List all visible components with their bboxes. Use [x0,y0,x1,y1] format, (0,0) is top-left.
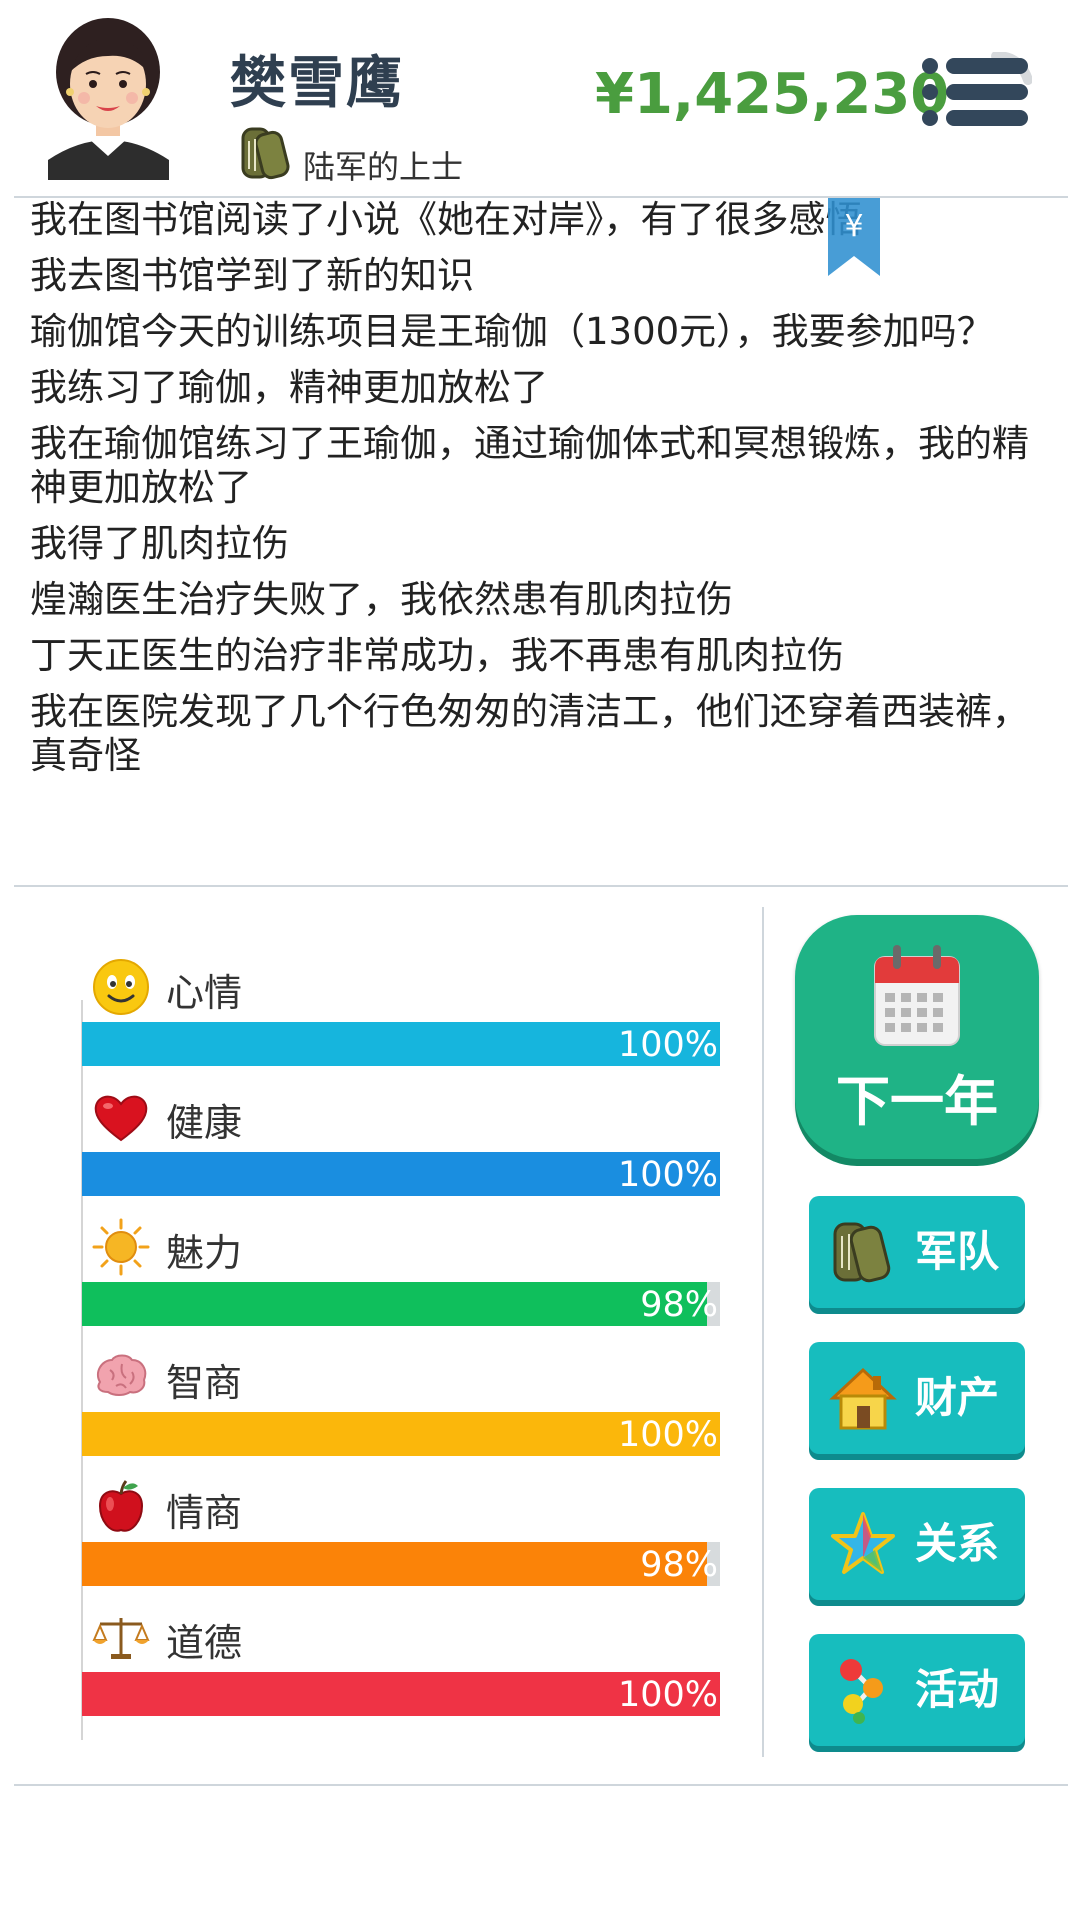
stat-bar: 100% [82,1672,720,1716]
stat-label: 智商 [166,1361,243,1405]
apple-icon [98,1480,144,1532]
stat-bar: 98% [82,1282,720,1326]
smiley-icon [93,959,149,1015]
stat-bar-fill [82,1282,708,1326]
army-button[interactable]: 军队 [809,1196,1025,1308]
relationship-button-label: 关系 [915,1519,1000,1568]
activity-button[interactable]: 活动 [809,1634,1025,1746]
stat-morality: 道德 100% [82,1608,722,1718]
heart-icon [94,1095,148,1142]
log-entry: 我在医院发现了几个行色匆匆的清洁工，他们还穿着西装裤，真奇怪 [30,690,1029,777]
stat-iq: 智商 100% [82,1348,722,1458]
stat-label: 魅力 [166,1231,243,1275]
stat-charm: 魅力 98% [82,1218,722,1328]
stat-bar-fill [82,1542,708,1586]
log-entry: 我练习了瑜伽，精神更加放松了 [30,366,548,409]
log-entry: 我在瑜伽馆练习了王瑜伽，通过瑜伽体式和冥想锻炼，我的精神更加放松了 [30,422,1029,509]
log-entry: 煌瀚医生治疗失败了，我依然患有肌肉拉伤 [30,578,733,621]
rank-label: 陆军的上士 [303,148,464,186]
scales-icon [92,1618,150,1659]
log-entry: 我在图书馆阅读了小说《她在对岸》，有了很多感悟 [30,198,863,241]
log-entry: 我得了肌肉拉伤 [30,522,289,565]
military-dog-tags-icon [241,127,290,180]
player-name: 樊雪鹰 [230,51,404,116]
stat-label: 健康 [166,1101,243,1145]
stat-label: 道德 [166,1621,243,1665]
stat-percent: 98% [640,1545,718,1585]
bottom-divider [14,1784,1068,1786]
stat-label: 心情 [166,971,243,1015]
log-entry: 我去图书馆学到了新的知识 [30,254,474,297]
stat-percent: 100% [617,1155,718,1195]
stat-health: 健康 100% [82,1088,722,1198]
stat-eq: 情商 98% [82,1478,722,1588]
property-button[interactable]: 财产 [809,1342,1025,1454]
activity-button-label: 活动 [915,1665,1000,1714]
next-year-label: 下一年 [836,1070,998,1133]
star-icon [831,1512,895,1574]
panel-separator [762,907,764,1757]
menu-button[interactable] [920,52,1032,142]
military-dog-tags-icon [833,1222,891,1283]
stat-bar: 98% [82,1542,720,1586]
avatar [48,18,169,180]
brain-icon [96,1354,147,1396]
money-balance: ¥1,425,230 [595,62,950,127]
stat-bar: 100% [82,1022,720,1066]
stat-label: 情商 [166,1491,243,1535]
army-button-label: 军队 [915,1227,1000,1276]
log-entry: 瑜伽馆今天的训练项目是王瑜伽（1300元），我要参加吗？ [30,310,994,353]
next-year-button[interactable]: 下一年 [795,915,1039,1159]
sun-icon [92,1218,150,1276]
property-button-label: 财产 [915,1373,1000,1422]
house-icon [829,1367,897,1430]
stat-percent: 100% [617,1415,718,1455]
event-log: 我在图书馆阅读了小说《她在对岸》，有了很多感悟 我去图书馆学到了新的知识 瑜伽馆… [30,198,1060,790]
stat-bar: 100% [82,1412,720,1456]
stat-percent: 100% [617,1025,718,1065]
activity-dots-icon [840,1659,883,1724]
stat-mood: 心情 100% [82,958,722,1068]
calendar-icon [874,945,960,1046]
log-entry: 丁天正医生的治疗非常成功，我不再患有肌肉拉伤 [30,634,844,677]
bookmark-symbol: ¥ [844,209,863,244]
relationship-button[interactable]: 关系 [809,1488,1025,1600]
stat-percent: 98% [640,1285,718,1325]
log-divider [14,885,1068,887]
stat-bar: 100% [82,1152,720,1196]
yuan-bookmark-icon[interactable]: ¥ [826,198,882,278]
stat-percent: 100% [617,1675,718,1715]
